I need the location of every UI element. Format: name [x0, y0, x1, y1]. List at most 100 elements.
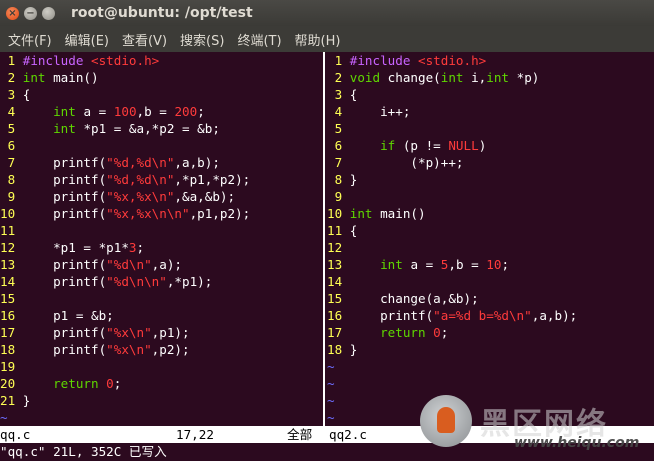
code-text: *p1 = *p1* [22, 240, 129, 255]
code-text: ,*p1,*p2); [174, 172, 251, 187]
code-line[interactable]: 2 void change(int i,int *p) [327, 69, 654, 86]
line-number: 17 [327, 325, 350, 340]
code-text: ; [440, 325, 449, 340]
status-right-filename: qq2.c [329, 427, 367, 442]
code-line[interactable]: 6 if (p != NULL) [327, 137, 654, 154]
code-line[interactable]: ~ [0, 409, 321, 426]
code-line[interactable]: 11 { [327, 222, 654, 239]
code-text: ,a); [151, 257, 182, 272]
code-line[interactable]: 4 int a = 100,b = 200; [0, 103, 321, 120]
line-number: 18 [0, 342, 23, 357]
line-number: 6 [327, 138, 350, 153]
code-line[interactable]: 16 p1 = &b; [0, 307, 321, 324]
code-text: main() [53, 70, 99, 85]
line-number: 10 [327, 206, 350, 221]
code-line[interactable]: 8 } [327, 171, 654, 188]
code-line[interactable]: 4 i++; [327, 103, 654, 120]
code-line[interactable]: 1 #include <stdio.h> [0, 52, 321, 69]
code-line[interactable]: 13 printf("%d\n",a); [0, 256, 321, 273]
code-line[interactable]: ~ [327, 358, 654, 375]
code-line[interactable]: 12 *p1 = *p1*3; [0, 239, 321, 256]
code-line[interactable]: 9 printf("%x,%x\n",&a,&b); [0, 188, 321, 205]
menu-edit[interactable]: 编辑(E) [59, 30, 115, 49]
code-line[interactable]: 15 change(a,&b); [327, 290, 654, 307]
code-line[interactable]: 18 printf("%x\n",p2); [0, 341, 321, 358]
code-line[interactable]: 19 [0, 358, 321, 375]
line-number: 2 [0, 70, 23, 85]
code-line[interactable]: 15 [0, 290, 321, 307]
string-token: "%d\n\n" [106, 274, 167, 289]
maximize-icon[interactable] [42, 6, 55, 20]
code-line[interactable]: 5 [327, 120, 654, 137]
code-line[interactable]: 9 [327, 188, 654, 205]
line-number: 18 [327, 342, 350, 357]
code-line[interactable]: 3 { [0, 86, 321, 103]
number-token: 10 [486, 257, 502, 272]
keyword-token: if [380, 138, 403, 153]
code-line[interactable]: 12 [327, 239, 654, 256]
code-line[interactable]: 6 [0, 137, 321, 154]
line-number: 17 [0, 325, 23, 340]
code-text: ; [197, 104, 205, 119]
menu-terminal[interactable]: 终端(T) [231, 30, 287, 49]
editor-pane-right[interactable]: 1 #include <stdio.h> 2 void change(int i… [327, 52, 654, 426]
code-line[interactable]: 10 int main() [327, 205, 654, 222]
line-number: 16 [327, 308, 350, 323]
line-number: 9 [327, 189, 350, 204]
line-number: 3 [0, 87, 23, 102]
code-text: ,a,b); [531, 308, 578, 323]
code-line[interactable]: 5 int *p1 = &a,*p2 = &b; [0, 120, 321, 137]
code-line[interactable]: 17 printf("%x\n",p1); [0, 324, 321, 341]
empty-line-tilde: ~ [0, 410, 8, 425]
line-number: 4 [0, 104, 23, 119]
code-line[interactable]: 8 printf("%d,%d\n",*p1,*p2); [0, 171, 321, 188]
code-text: printf( [349, 308, 434, 323]
menu-help[interactable]: 帮助(H) [289, 30, 347, 49]
string-token: <stdio.h> [91, 53, 160, 68]
code-line[interactable]: 18 } [327, 341, 654, 358]
code-text: ,p2); [151, 342, 190, 357]
keyword-token: int [440, 70, 472, 85]
code-line[interactable]: 13 int a = 5,b = 10; [327, 256, 654, 273]
code-text: printf( [22, 325, 107, 340]
menu-file[interactable]: 文件(F) [0, 30, 58, 49]
code-text: *p1 = &a,*p2 = &b; [83, 121, 220, 136]
empty-line-tilde: ~ [327, 410, 335, 425]
menu-search[interactable]: 搜索(S) [174, 30, 230, 49]
code-text: printf( [22, 274, 107, 289]
code-line[interactable]: 10 printf("%x,%x\n\n",p1,p2); [0, 205, 321, 222]
code-text: } [349, 342, 358, 357]
code-line[interactable]: 20 return 0; [0, 375, 321, 392]
code-line[interactable]: 2 int main() [0, 69, 321, 86]
code-line[interactable]: ~ [327, 375, 654, 392]
code-text: ,b = [448, 257, 487, 272]
code-text: ,p1); [151, 325, 190, 340]
editor-pane-left[interactable]: 1 #include <stdio.h> 2 int main() 3 { 4 … [0, 52, 321, 426]
code-line[interactable]: 21 } [0, 392, 321, 409]
line-number: 7 [0, 155, 23, 170]
menu-view[interactable]: 查看(V) [116, 30, 173, 49]
code-line[interactable]: 7 (*p)++; [327, 154, 654, 171]
status-scroll-position: 全部 [287, 427, 313, 442]
code-line[interactable]: 1 #include <stdio.h> [327, 52, 654, 69]
status-left-filename: qq.c [0, 427, 31, 442]
code-line[interactable]: 14 printf("%d\n\n",*p1); [0, 273, 321, 290]
empty-line-tilde: ~ [327, 359, 335, 374]
code-line[interactable]: 16 printf("a=%d b=%d\n",a,b); [327, 307, 654, 324]
line-number: 13 [0, 257, 23, 272]
code-line[interactable]: 7 printf("%d,%d\n",a,b); [0, 154, 321, 171]
code-line[interactable]: 3 { [327, 86, 654, 103]
code-text: i, [471, 70, 487, 85]
line-number: 3 [327, 87, 350, 102]
close-icon[interactable]: × [6, 6, 19, 20]
code-line[interactable]: 11 [0, 222, 321, 239]
number-token: 3 [128, 240, 137, 255]
line-number: 7 [327, 155, 350, 170]
code-text: printf( [22, 189, 107, 204]
code-line[interactable]: 17 return 0; [327, 324, 654, 341]
keyword-token: return [53, 376, 107, 391]
code-line[interactable]: 14 [327, 273, 654, 290]
keyword-token: int [349, 206, 381, 221]
minimize-icon[interactable]: − [24, 6, 37, 20]
